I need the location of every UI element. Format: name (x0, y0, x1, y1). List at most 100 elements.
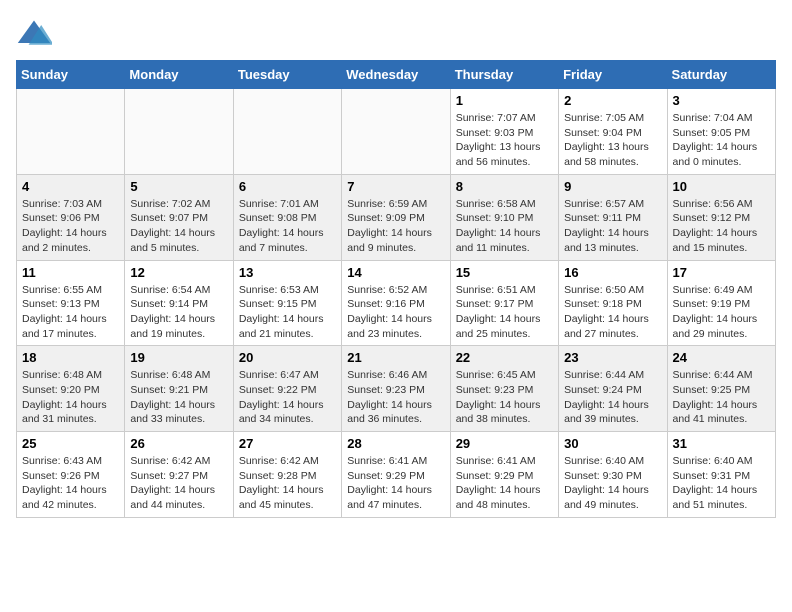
day-number: 2 (564, 93, 661, 108)
day-number: 29 (456, 436, 553, 451)
calendar-cell: 28Sunrise: 6:41 AM Sunset: 9:29 PM Dayli… (342, 432, 450, 518)
calendar-cell: 18Sunrise: 6:48 AM Sunset: 9:20 PM Dayli… (17, 346, 125, 432)
calendar-cell: 9 Sunrise: 6:57 AM Sunset: 9:11 PM Daylig… (559, 174, 667, 260)
day-info: Sunrise: 6:47 AM Sunset: 9:22 PM Dayligh… (239, 368, 336, 427)
calendar-cell: 11Sunrise: 6:55 AM Sunset: 9:13 PM Dayli… (17, 260, 125, 346)
dow-header: Tuesday (233, 61, 341, 89)
calendar-week-row: 1 Sunrise: 7:07 AM Sunset: 9:03 PM Daylig… (17, 89, 776, 175)
calendar-week-row: 11Sunrise: 6:55 AM Sunset: 9:13 PM Dayli… (17, 260, 776, 346)
day-info: Sunrise: 6:56 AM Sunset: 9:12 PM Dayligh… (673, 197, 770, 256)
day-number: 1 (456, 93, 553, 108)
day-number: 20 (239, 350, 336, 365)
calendar-cell: 27 Sunrise: 6:42 AM Sunset: 9:28 PM Dayli… (233, 432, 341, 518)
calendar-cell: 8 Sunrise: 6:58 AM Sunset: 9:10 PM Daylig… (450, 174, 558, 260)
calendar-cell: 13 Sunrise: 6:53 AM Sunset: 9:15 PM Dayli… (233, 260, 341, 346)
day-number: 25 (22, 436, 119, 451)
calendar-cell (342, 89, 450, 175)
calendar-cell (233, 89, 341, 175)
day-number: 16 (564, 265, 661, 280)
day-info: Sunrise: 6:41 AM Sunset: 9:29 PM Dayligh… (456, 454, 553, 513)
calendar-cell: 15 Sunrise: 6:51 AM Sunset: 9:17 PM Dayli… (450, 260, 558, 346)
day-info: Sunrise: 6:43 AM Sunset: 9:26 PM Dayligh… (22, 454, 119, 513)
day-number: 31 (673, 436, 770, 451)
day-number: 27 (239, 436, 336, 451)
day-number: 30 (564, 436, 661, 451)
calendar-cell (17, 89, 125, 175)
day-info: Sunrise: 6:49 AM Sunset: 9:19 PM Dayligh… (673, 283, 770, 342)
days-of-week-row: SundayMondayTuesdayWednesdayThursdayFrid… (17, 61, 776, 89)
day-info: Sunrise: 6:45 AM Sunset: 9:23 PM Dayligh… (456, 368, 553, 427)
calendar-cell: 5 Sunrise: 7:02 AM Sunset: 9:07 PM Daylig… (125, 174, 233, 260)
day-number: 4 (22, 179, 119, 194)
calendar-cell: 14 Sunrise: 6:52 AM Sunset: 9:16 PM Dayli… (342, 260, 450, 346)
calendar-cell: 31 Sunrise: 6:40 AM Sunset: 9:31 PM Dayli… (667, 432, 775, 518)
day-info: Sunrise: 6:44 AM Sunset: 9:24 PM Dayligh… (564, 368, 661, 427)
day-info: Sunrise: 7:03 AM Sunset: 9:06 PM Dayligh… (22, 197, 119, 256)
day-info: Sunrise: 6:42 AM Sunset: 9:28 PM Dayligh… (239, 454, 336, 513)
header (16, 16, 776, 52)
logo (16, 16, 56, 52)
day-info: Sunrise: 6:58 AM Sunset: 9:10 PM Dayligh… (456, 197, 553, 256)
calendar-cell: 16 Sunrise: 6:50 AM Sunset: 9:18 PM Dayli… (559, 260, 667, 346)
dow-header: Friday (559, 61, 667, 89)
day-info: Sunrise: 6:42 AM Sunset: 9:27 PM Dayligh… (130, 454, 227, 513)
day-info: Sunrise: 7:01 AM Sunset: 9:08 PM Dayligh… (239, 197, 336, 256)
day-info: Sunrise: 6:51 AM Sunset: 9:17 PM Dayligh… (456, 283, 553, 342)
calendar-cell: 29 Sunrise: 6:41 AM Sunset: 9:29 PM Dayli… (450, 432, 558, 518)
day-info: Sunrise: 6:44 AM Sunset: 9:25 PM Dayligh… (673, 368, 770, 427)
calendar-cell: 30 Sunrise: 6:40 AM Sunset: 9:30 PM Dayli… (559, 432, 667, 518)
calendar-cell: 4 Sunrise: 7:03 AM Sunset: 9:06 PM Daylig… (17, 174, 125, 260)
calendar-cell: 19Sunrise: 6:48 AM Sunset: 9:21 PM Dayli… (125, 346, 233, 432)
calendar-cell: 26Sunrise: 6:42 AM Sunset: 9:27 PM Dayli… (125, 432, 233, 518)
calendar-cell: 12Sunrise: 6:54 AM Sunset: 9:14 PM Dayli… (125, 260, 233, 346)
day-number: 13 (239, 265, 336, 280)
calendar-week-row: 25 Sunrise: 6:43 AM Sunset: 9:26 PM Dayli… (17, 432, 776, 518)
calendar-cell: 2 Sunrise: 7:05 AM Sunset: 9:04 PM Daylig… (559, 89, 667, 175)
calendar-cell: 7 Sunrise: 6:59 AM Sunset: 9:09 PM Daylig… (342, 174, 450, 260)
day-number: 7 (347, 179, 444, 194)
calendar-cell: 20 Sunrise: 6:47 AM Sunset: 9:22 PM Dayli… (233, 346, 341, 432)
logo-icon (16, 16, 52, 52)
day-info: Sunrise: 7:02 AM Sunset: 9:07 PM Dayligh… (130, 197, 227, 256)
day-number: 9 (564, 179, 661, 194)
day-info: Sunrise: 6:48 AM Sunset: 9:20 PM Dayligh… (22, 368, 119, 427)
day-number: 10 (673, 179, 770, 194)
dow-header: Thursday (450, 61, 558, 89)
dow-header: Saturday (667, 61, 775, 89)
day-info: Sunrise: 6:40 AM Sunset: 9:30 PM Dayligh… (564, 454, 661, 513)
calendar-week-row: 4 Sunrise: 7:03 AM Sunset: 9:06 PM Daylig… (17, 174, 776, 260)
day-info: Sunrise: 6:52 AM Sunset: 9:16 PM Dayligh… (347, 283, 444, 342)
calendar-cell: 21 Sunrise: 6:46 AM Sunset: 9:23 PM Dayli… (342, 346, 450, 432)
day-number: 6 (239, 179, 336, 194)
dow-header: Wednesday (342, 61, 450, 89)
day-number: 21 (347, 350, 444, 365)
day-number: 5 (130, 179, 227, 194)
calendar-cell: 17Sunrise: 6:49 AM Sunset: 9:19 PM Dayli… (667, 260, 775, 346)
day-info: Sunrise: 6:59 AM Sunset: 9:09 PM Dayligh… (347, 197, 444, 256)
calendar-cell: 25 Sunrise: 6:43 AM Sunset: 9:26 PM Dayli… (17, 432, 125, 518)
day-info: Sunrise: 6:57 AM Sunset: 9:11 PM Dayligh… (564, 197, 661, 256)
day-number: 12 (130, 265, 227, 280)
calendar-cell: 22 Sunrise: 6:45 AM Sunset: 9:23 PM Dayli… (450, 346, 558, 432)
day-info: Sunrise: 6:46 AM Sunset: 9:23 PM Dayligh… (347, 368, 444, 427)
day-number: 15 (456, 265, 553, 280)
day-info: Sunrise: 7:07 AM Sunset: 9:03 PM Dayligh… (456, 111, 553, 170)
day-info: Sunrise: 7:05 AM Sunset: 9:04 PM Dayligh… (564, 111, 661, 170)
calendar-table: SundayMondayTuesdayWednesdayThursdayFrid… (16, 60, 776, 518)
day-info: Sunrise: 6:41 AM Sunset: 9:29 PM Dayligh… (347, 454, 444, 513)
calendar-cell: 24Sunrise: 6:44 AM Sunset: 9:25 PM Dayli… (667, 346, 775, 432)
day-number: 22 (456, 350, 553, 365)
calendar-cell (125, 89, 233, 175)
calendar-cell: 10 Sunrise: 6:56 AM Sunset: 9:12 PM Dayli… (667, 174, 775, 260)
day-number: 11 (22, 265, 119, 280)
calendar-cell: 1 Sunrise: 7:07 AM Sunset: 9:03 PM Daylig… (450, 89, 558, 175)
day-info: Sunrise: 6:53 AM Sunset: 9:15 PM Dayligh… (239, 283, 336, 342)
dow-header: Monday (125, 61, 233, 89)
day-info: Sunrise: 7:04 AM Sunset: 9:05 PM Dayligh… (673, 111, 770, 170)
day-number: 14 (347, 265, 444, 280)
day-info: Sunrise: 6:40 AM Sunset: 9:31 PM Dayligh… (673, 454, 770, 513)
day-number: 19 (130, 350, 227, 365)
day-info: Sunrise: 6:50 AM Sunset: 9:18 PM Dayligh… (564, 283, 661, 342)
day-number: 8 (456, 179, 553, 194)
calendar-cell: 23Sunrise: 6:44 AM Sunset: 9:24 PM Dayli… (559, 346, 667, 432)
